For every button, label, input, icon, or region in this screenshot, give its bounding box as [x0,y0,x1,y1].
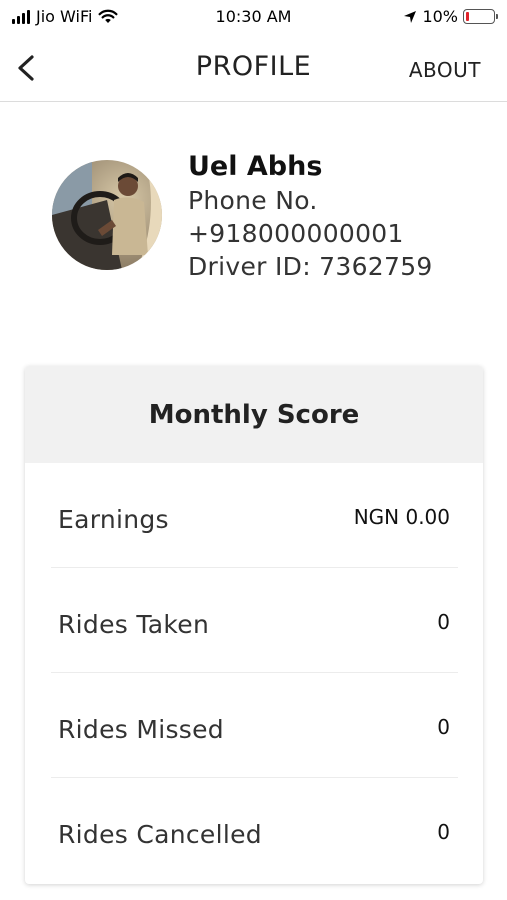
driver-name: Uel Abhs [188,151,323,182]
phone-number: +918000000001 [188,219,404,248]
row-label: Rides Taken [58,610,210,639]
score-row-earnings: Earnings NGN 0.00 [51,463,458,568]
row-label: Rides Missed [58,715,224,744]
back-button[interactable] [12,48,46,88]
row-value: 0 [437,820,450,844]
status-right: 10% [403,7,498,26]
driver-id: Driver ID: 7362759 [188,252,433,281]
score-row-rides-cancelled: Rides Cancelled 0 [51,778,458,883]
score-row-rides-taken: Rides Taken 0 [51,568,458,673]
status-bar: Jio WiFi 10:30 AM 10% [0,0,507,34]
row-value: NGN 0.00 [353,505,450,529]
about-button[interactable]: ABOUT [409,58,481,82]
profile-section: Uel Abhs Phone No. +918000000001 Driver … [0,102,507,352]
chevron-left-icon [18,55,34,81]
monthly-score-card: Monthly Score Earnings NGN 0.00 Rides Ta… [25,366,483,884]
card-header: Monthly Score [25,366,483,463]
avatar[interactable] [52,160,162,270]
row-label: Rides Cancelled [58,820,262,849]
battery-icon [463,9,498,24]
location-arrow-icon [404,10,417,23]
row-value: 0 [437,610,450,634]
driver-photo [52,160,162,270]
battery-percent: 10% [422,7,458,26]
row-value: 0 [437,715,450,739]
navigation-bar: PROFILE ABOUT [0,34,507,102]
phone-label: Phone No. [188,186,318,215]
driver-info: Uel Abhs Phone No. +918000000001 Driver … [188,150,433,283]
row-label: Earnings [58,505,169,534]
card-title: Monthly Score [148,399,360,430]
score-row-rides-missed: Rides Missed 0 [51,673,458,778]
battery-level [466,12,469,21]
